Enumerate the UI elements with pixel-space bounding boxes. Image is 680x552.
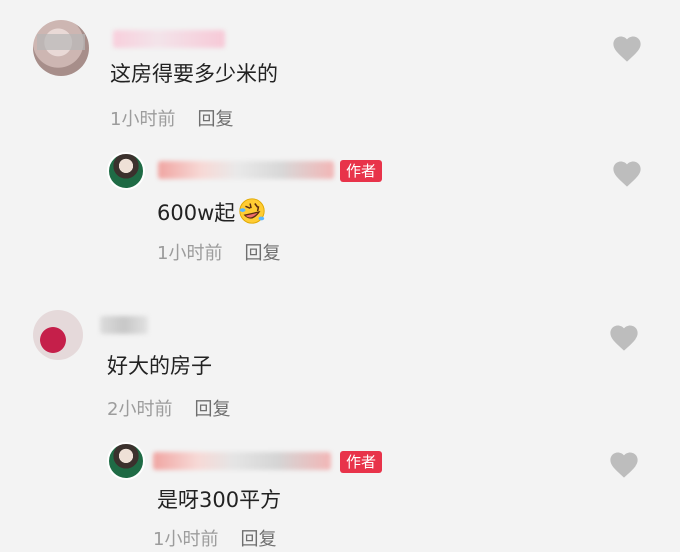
reply-time: 1小时前 — [157, 243, 223, 264]
reply-meta: 1小时前 回复 — [157, 242, 280, 266]
username-blurred[interactable] — [158, 161, 334, 179]
username-blurred[interactable] — [153, 452, 331, 470]
avatar[interactable] — [33, 20, 89, 76]
author-avatar[interactable] — [107, 152, 145, 190]
comment-meta: 1小时前 回复 — [110, 108, 233, 132]
author-avatar[interactable] — [107, 442, 145, 480]
like-heart-icon[interactable] — [610, 33, 644, 63]
comment-time: 2小时前 — [107, 399, 173, 420]
comment-text: 这房得要多少米的 — [110, 62, 278, 86]
comment-meta: 2小时前 回复 — [107, 398, 230, 422]
username-blurred[interactable] — [113, 30, 225, 48]
reply-button[interactable]: 回复 — [197, 109, 233, 130]
author-badge: 作者 — [340, 160, 383, 182]
comment-time: 1小时前 — [110, 109, 176, 130]
reply-text: 600w起 — [157, 196, 267, 227]
like-heart-icon[interactable] — [607, 449, 641, 479]
avatar[interactable] — [33, 310, 83, 360]
username-blurred[interactable] — [100, 316, 148, 334]
like-heart-icon[interactable] — [607, 322, 641, 352]
reply-button[interactable]: 回复 — [194, 399, 230, 420]
author-badge: 作者 — [340, 451, 383, 473]
like-heart-icon[interactable] — [610, 158, 644, 188]
reply-time: 1小时前 — [153, 529, 219, 550]
reply-text: 是呀300平方 — [157, 488, 282, 512]
reply-meta: 1小时前 回复 — [153, 528, 276, 552]
reply-button[interactable]: 回复 — [240, 529, 276, 550]
reply-text-content: 600w起 — [157, 201, 236, 225]
reply-button[interactable]: 回复 — [244, 243, 280, 264]
comment-text: 好大的房子 — [107, 354, 212, 378]
rofl-emoji-icon — [237, 196, 267, 226]
